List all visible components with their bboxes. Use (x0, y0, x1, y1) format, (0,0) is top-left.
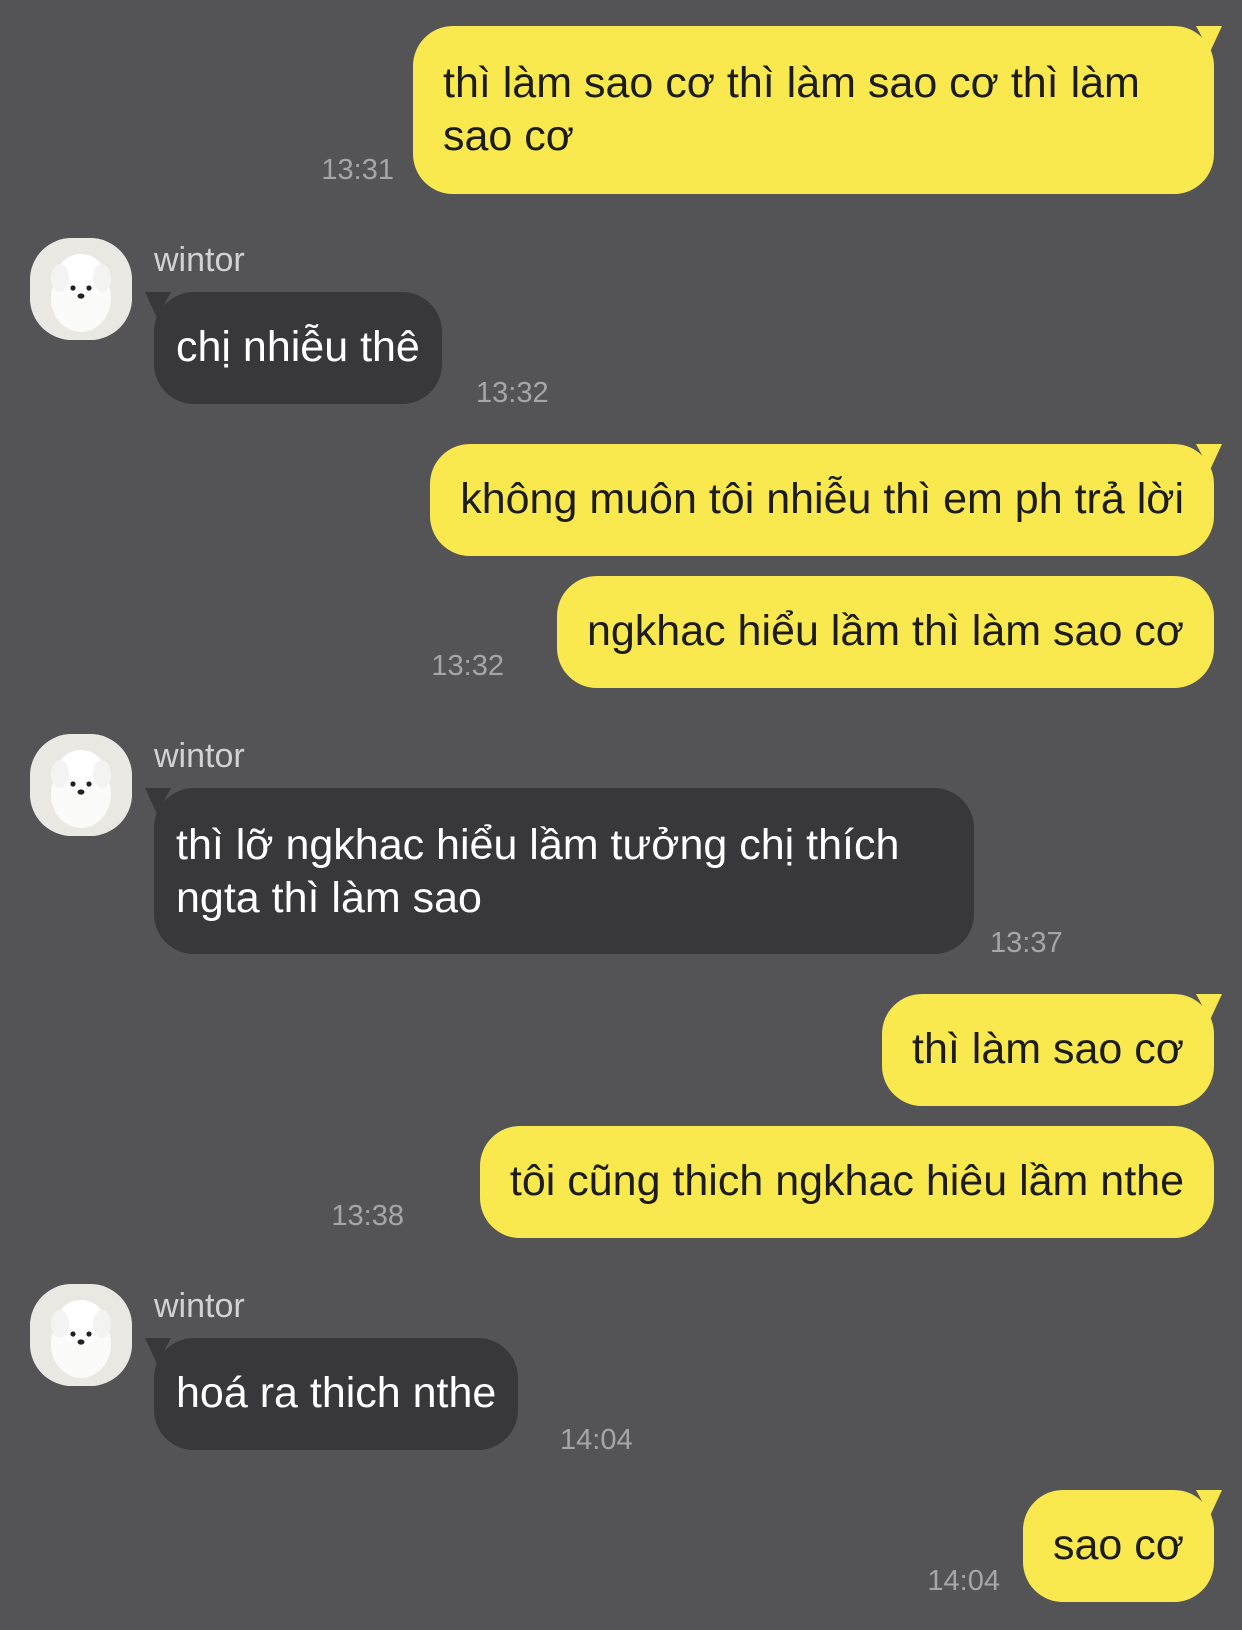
message-timestamp: 13:32 (476, 377, 549, 409)
avatar[interactable] (30, 734, 132, 836)
bubble-tail-icon (1196, 26, 1222, 52)
incoming-message-bubble[interactable]: chị nhiễu thê (145, 292, 442, 404)
outgoing-message-bubble[interactable]: sao cơ (1023, 1490, 1222, 1602)
white-puppy-avatar-icon (30, 238, 132, 340)
message-timestamp: 13:37 (990, 927, 1063, 959)
white-puppy-avatar-icon (30, 734, 132, 836)
incoming-message-bubble[interactable]: hoá ra thich nthe (145, 1338, 519, 1450)
message-text: ngkhac hiểu lầm thì làm sao cơ (586, 607, 1184, 655)
message-text: chị nhiễu thê (176, 323, 420, 371)
outgoing-message-bubble[interactable]: thì làm sao cơ (882, 994, 1222, 1106)
sender-name: wintor (154, 241, 245, 279)
sender-name: wintor (154, 1287, 245, 1325)
bubble-tail-icon (145, 788, 171, 814)
message-text: không muôn tôi nhiễu thì em ph trả lời (460, 475, 1184, 523)
chat-message-list[interactable]: 13:31 thì làm sao cơ thì làm sao cơ thì … (0, 0, 1242, 1630)
message-text: thì lỡ ngkhac hiểu lầm tưởng chị thích n… (176, 821, 900, 922)
message-timestamp: 14:04 (927, 1565, 1000, 1597)
avatar[interactable] (30, 1284, 132, 1386)
message-text: thì làm sao cơ (912, 1025, 1184, 1073)
message-text: sao cơ (1053, 1521, 1184, 1569)
message-text: hoá ra thich nthe (176, 1369, 497, 1417)
bubble-tail-icon (1196, 444, 1222, 470)
bubble-tail-icon (145, 292, 171, 318)
bubble-tail-icon (1196, 994, 1222, 1020)
white-puppy-avatar-icon (30, 1284, 132, 1386)
outgoing-message-bubble[interactable]: tôi cũng thich ngkhac hiêu lầm nthe (479, 1126, 1214, 1238)
message-text: tôi cũng thich ngkhac hiêu lầm nthe (509, 1157, 1184, 1205)
bubble-tail-icon (1196, 1490, 1222, 1516)
outgoing-message-bubble[interactable]: ngkhac hiểu lầm thì làm sao cơ (556, 576, 1214, 688)
sender-name: wintor (154, 737, 245, 775)
message-text: thì làm sao cơ thì làm sao cơ thì làm sa… (443, 59, 1140, 160)
message-timestamp: 13:32 (431, 650, 504, 682)
outgoing-message-bubble[interactable]: thì làm sao cơ thì làm sao cơ thì làm sa… (413, 26, 1222, 194)
bubble-tail-icon (145, 1338, 171, 1364)
message-timestamp: 14:04 (560, 1424, 633, 1456)
outgoing-message-bubble[interactable]: không muôn tôi nhiễu thì em ph trả lời (430, 444, 1222, 556)
message-timestamp: 13:31 (321, 154, 394, 186)
avatar[interactable] (30, 238, 132, 340)
message-timestamp: 13:38 (331, 1200, 404, 1232)
incoming-message-bubble[interactable]: thì lỡ ngkhac hiểu lầm tưởng chị thích n… (145, 788, 974, 954)
